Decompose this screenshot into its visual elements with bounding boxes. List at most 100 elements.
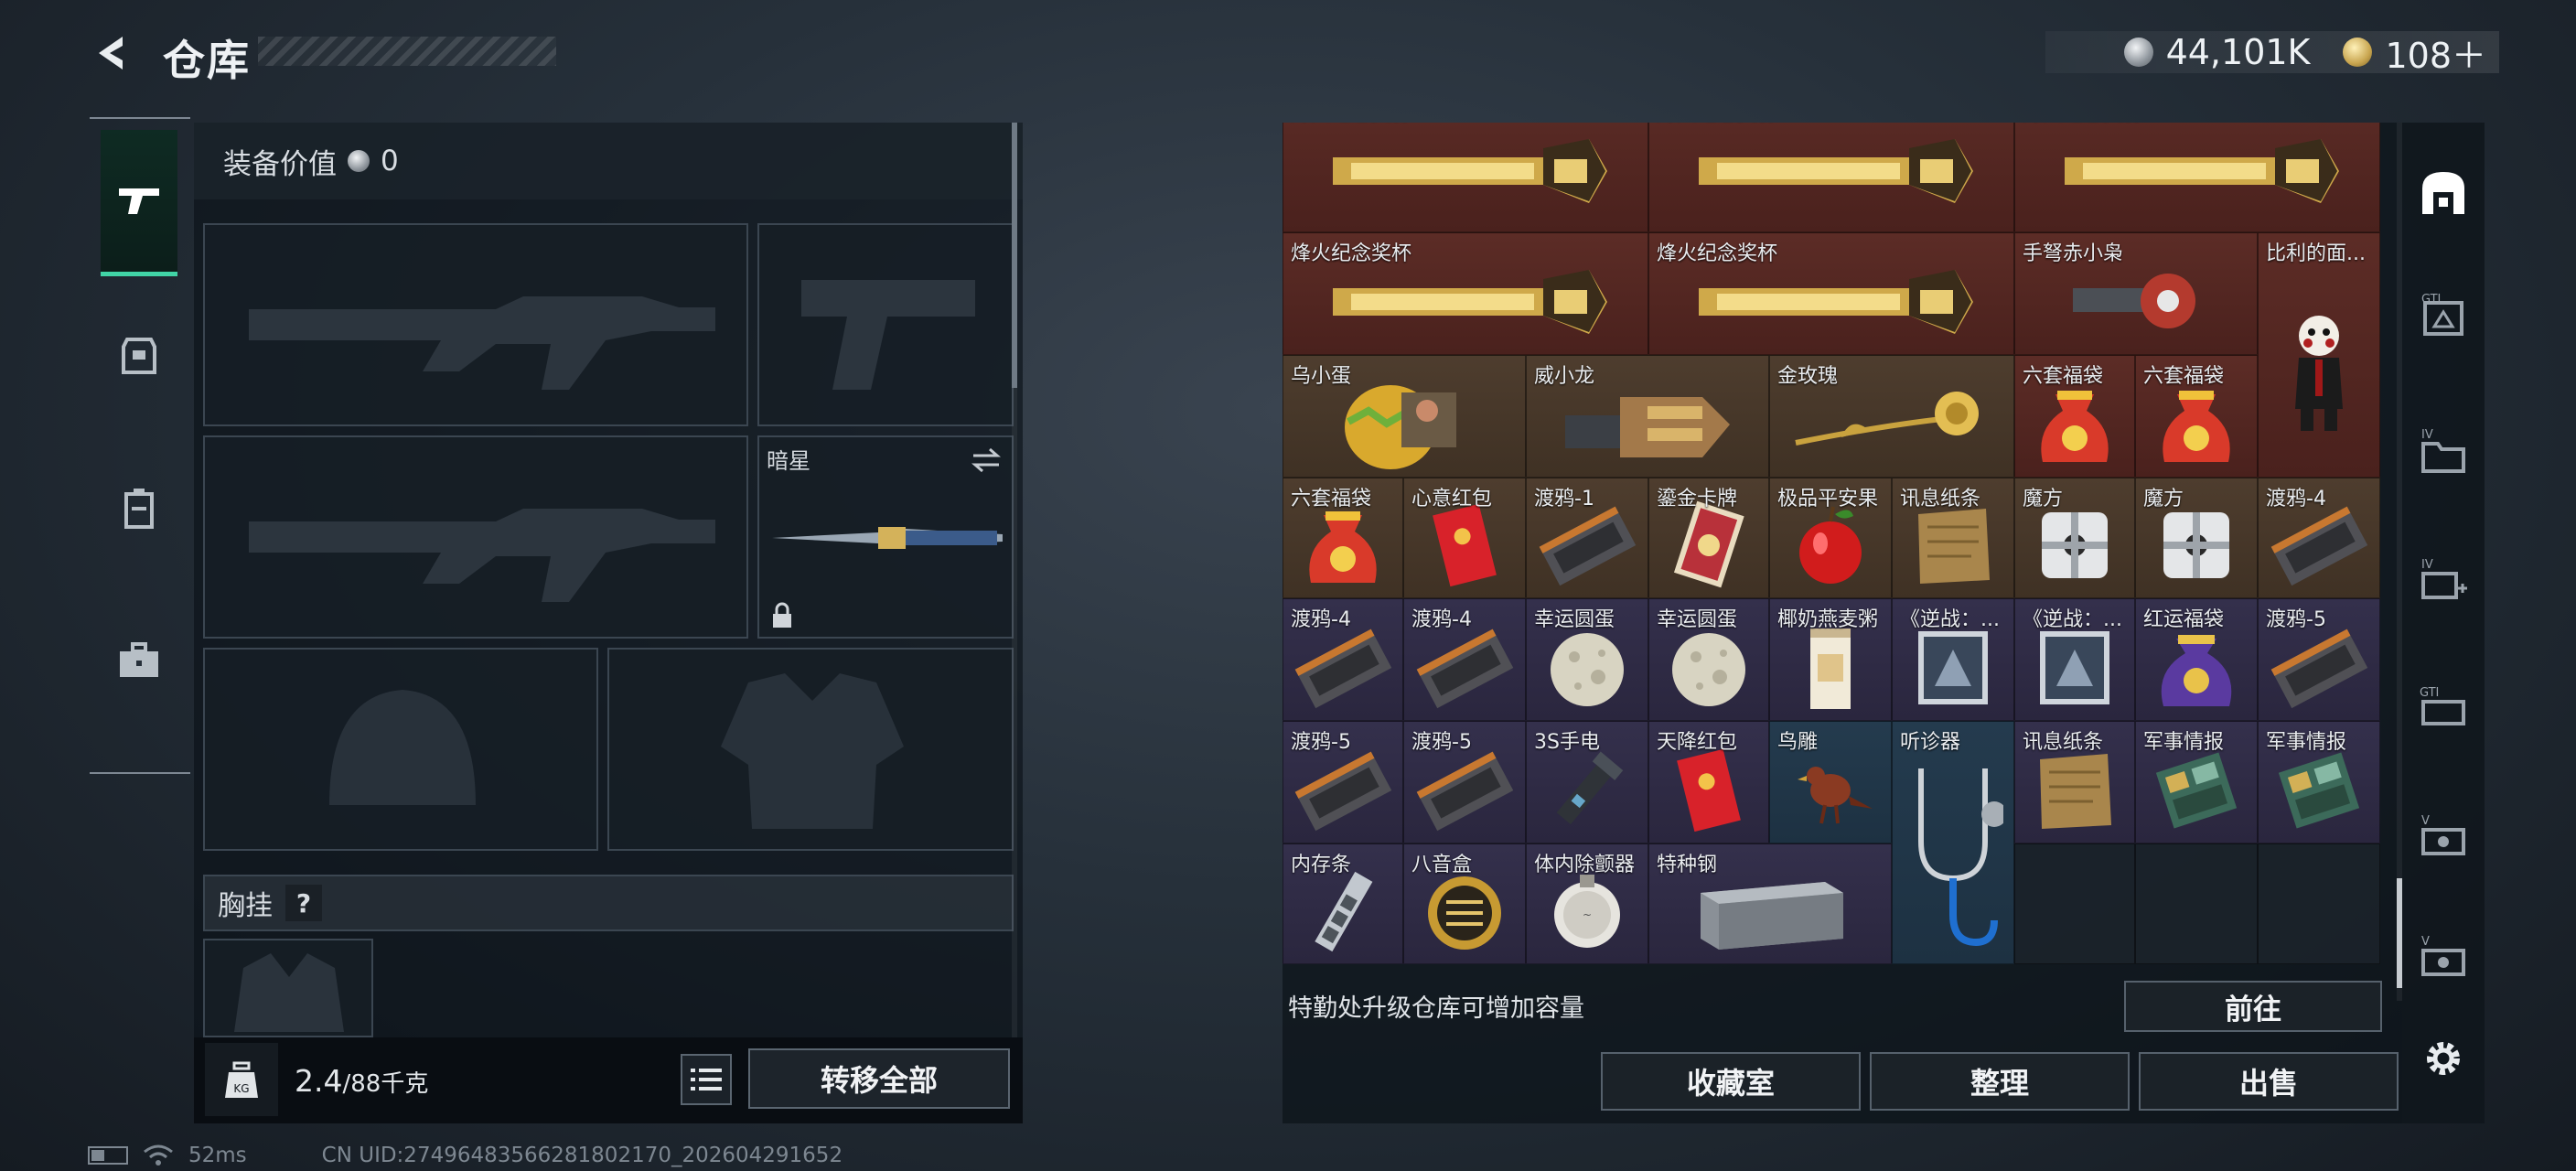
grid-item-gauntlet[interactable]: 威小龙	[1526, 355, 1769, 478]
grid-item-paper[interactable]: 讯息纸条	[2014, 721, 2135, 843]
rail-tab-case-gti[interactable]: GTI	[2411, 284, 2475, 348]
collection-room-button[interactable]: 收藏室	[1601, 1052, 1861, 1111]
rail-tab-case-iv-medical[interactable]: IV	[2411, 549, 2475, 613]
pistol-slot[interactable]	[757, 223, 1014, 426]
sell-button[interactable]: 出售	[2139, 1052, 2399, 1111]
grid-item-drink[interactable]: 椰奶燕麦粥	[1769, 598, 1892, 721]
moon-egg-icon	[1541, 622, 1633, 717]
grid-item-flashlight[interactable]: 3S手电	[1526, 721, 1648, 843]
grid-item-lucky-bag[interactable]: 六套福袋	[1283, 478, 1403, 598]
grid-item-label: 心意红包	[1411, 488, 1493, 510]
grid-item-defib[interactable]: ~ 体内除颤器	[1526, 843, 1648, 964]
grid-item-label: 烽火纪念奖杯	[1657, 242, 1778, 265]
helmet-slot[interactable]	[203, 648, 598, 851]
sort-button[interactable]: 整理	[1870, 1052, 2130, 1111]
grid-item-label: 渡鸦-5	[1411, 731, 1472, 754]
cube-icon	[2151, 500, 2242, 595]
top-bar: 仓库 44,101K 108＋	[0, 0, 2576, 110]
grid-item-cube[interactable]: 魔方	[2135, 478, 2258, 598]
tab-weapons[interactable]	[101, 130, 177, 276]
grid-item-trophy[interactable]: 烽火纪念奖杯	[2014, 123, 2380, 232]
currency-bar: 44,101K 108＋	[2045, 31, 2499, 76]
title-decoration	[258, 37, 556, 66]
grid-item-card[interactable]: 鎏金卡牌	[1648, 478, 1769, 598]
grid-item-tape[interactable]: 渡鸦-4	[2258, 478, 2380, 598]
grid-item-steel[interactable]: 特种钢	[1648, 843, 1892, 964]
tab-backpack[interactable]	[101, 435, 177, 582]
equipment-scroll-thumb[interactable]	[1012, 123, 1017, 388]
grid-item-lucky-bag[interactable]: 六套福袋	[2014, 355, 2135, 478]
kettlebell-icon: KG	[225, 1061, 258, 1098]
grid-item-label: 听诊器	[1900, 731, 1961, 754]
grid-item-chip[interactable]: 军事情报	[2258, 721, 2380, 843]
warehouse-icon	[2422, 172, 2464, 214]
empty-grid-slot[interactable]	[2258, 843, 2380, 964]
grid-item-book[interactable]: 《逆战：...	[1892, 598, 2014, 721]
gti-case-icon: GTI	[2421, 293, 2463, 336]
rail-tab-main-warehouse[interactable]	[2411, 161, 2475, 225]
grid-item-label: 烽火纪念奖杯	[2023, 123, 2143, 125]
grid-item-stethoscope[interactable]: 听诊器	[1892, 721, 2014, 964]
list-view-button[interactable]	[681, 1054, 732, 1105]
grid-item-ram[interactable]: 内存条	[1283, 843, 1403, 964]
grid-item-tape[interactable]: 渡鸦-1	[1526, 478, 1648, 598]
chest-rig-silhouette-icon	[234, 953, 344, 1032]
rail-tab-case-v-2[interactable]: V	[2411, 926, 2475, 990]
grid-item-trophy[interactable]: 烽火纪念奖杯	[1648, 232, 2014, 355]
melee-slot[interactable]: 暗星	[757, 435, 1014, 639]
warehouse-tab-rail: GTI IV IV GTI V V	[2402, 123, 2485, 1123]
rail-tab-case-v[interactable]: V	[2411, 805, 2475, 869]
grid-item-tape[interactable]: 渡鸦-5	[1283, 721, 1403, 843]
weight-readout: 2.4/88千克	[295, 1063, 428, 1099]
chest-rig-label: 胸挂	[218, 890, 273, 922]
empty-grid-slot[interactable]	[2135, 843, 2258, 964]
grid-item-trophy[interactable]: 烽火纪念奖杯	[1283, 123, 1648, 232]
grid-item-moon-egg[interactable]: 幸运圆蛋	[1648, 598, 1769, 721]
chest-rig-slot[interactable]	[203, 939, 373, 1037]
primary-weapon-slot-1[interactable]	[203, 223, 748, 426]
grid-item-tape[interactable]: 渡鸦-4	[1283, 598, 1403, 721]
wifi-icon	[144, 1144, 173, 1166]
rail-tab-case-iv[interactable]: IV	[2411, 419, 2475, 483]
grid-item-rose[interactable]: 金玫瑰	[1769, 355, 2014, 478]
red-envelope-icon	[1672, 745, 1745, 840]
grid-item-tape[interactable]: 渡鸦-5	[1403, 721, 1526, 843]
grid-item-trophy[interactable]: 烽火纪念奖杯	[1283, 232, 1648, 355]
swap-icon[interactable]	[970, 446, 1003, 474]
grid-item-tape[interactable]: 渡鸦-5	[2258, 598, 2380, 721]
grid-item-book[interactable]: 《逆战：...	[2014, 598, 2135, 721]
help-icon[interactable]: ?	[285, 885, 322, 921]
grid-item-bird[interactable]: 鸟雕	[1769, 721, 1892, 843]
grid-item-trophy[interactable]: 烽火纪念奖杯	[1648, 123, 2014, 232]
grid-item-egg-figure[interactable]: 乌小蛋	[1283, 355, 1526, 478]
grid-item-lucky-bag[interactable]: 六套福袋	[2135, 355, 2258, 478]
transfer-all-button[interactable]: 转移全部	[748, 1048, 1010, 1109]
grid-item-puppet[interactable]: 比利的面...	[2258, 232, 2380, 478]
grid-item-purple-bag[interactable]: 红运福袋	[2135, 598, 2258, 721]
tab-armor[interactable]	[101, 282, 177, 428]
grid-item-label: 军事情报	[2143, 731, 2225, 754]
egg-figure-icon	[1336, 374, 1473, 477]
grid-item-tape[interactable]: 渡鸦-4	[1403, 598, 1526, 721]
grid-item-paper[interactable]: 讯息纸条	[1892, 478, 2014, 598]
tab-case[interactable]	[101, 587, 177, 734]
settings-button[interactable]	[2411, 1026, 2475, 1090]
body-armor-slot[interactable]	[607, 648, 1014, 851]
v-case-icon: V	[2421, 814, 2465, 855]
grid-item-red-envelope[interactable]: 心意红包	[1403, 478, 1526, 598]
grid-item-music-box[interactable]: 八音盒	[1403, 843, 1526, 964]
grid-item-chip[interactable]: 军事情报	[2135, 721, 2258, 843]
goto-button[interactable]: 前往	[2124, 981, 2382, 1032]
chip-icon	[2151, 745, 2242, 840]
grid-item-apple[interactable]: 极品平安果	[1769, 478, 1892, 598]
back-button[interactable]	[88, 27, 139, 79]
grid-item-cube[interactable]: 魔方	[2014, 478, 2135, 598]
empty-grid-slot[interactable]	[2014, 843, 2135, 964]
rail-tab-case-gti-2[interactable]: GTI	[2411, 675, 2475, 739]
ram-icon	[1297, 865, 1389, 961]
grid-item-red-envelope[interactable]: 天降红包	[1648, 721, 1769, 843]
grid-item-crossbow[interactable]: 手弩赤小枭	[2014, 232, 2258, 355]
grid-item-moon-egg[interactable]: 幸运圆蛋	[1526, 598, 1648, 721]
primary-weapon-slot-2[interactable]	[203, 435, 748, 639]
gold-balance[interactable]: 108＋	[2385, 27, 2486, 78]
